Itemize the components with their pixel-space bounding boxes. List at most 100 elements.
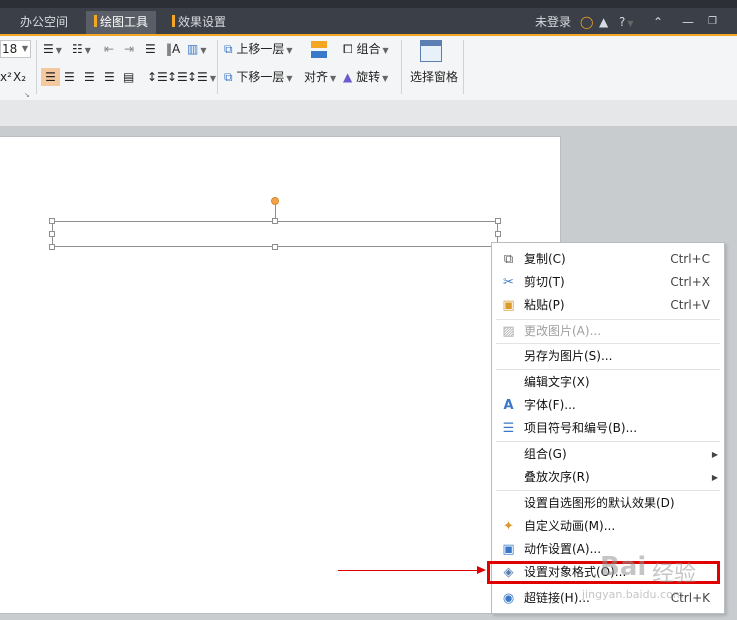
copy-icon: ⧉ (503, 252, 514, 267)
minimize-icon[interactable]: — (682, 14, 694, 30)
ribbon-shadow-strip (0, 100, 737, 126)
menu-separator (496, 343, 720, 344)
align-left-icon[interactable]: ☰ (41, 68, 60, 86)
animation-icon: ✦ (503, 519, 514, 534)
submenu-arrow-icon: ▶ (711, 473, 718, 482)
menu-item-default-effect[interactable]: 设置自选图形的默认效果(D) (492, 492, 724, 515)
distributed-icon[interactable]: ▤ (123, 68, 134, 86)
menu-item-bullets[interactable]: ☰ 项目符号和编号(B)... (492, 417, 724, 440)
menu-item-label: 叠放次序(R) (524, 470, 590, 484)
font-size-input[interactable]: 18 ▼ (0, 40, 31, 58)
menu-item-shortcut: Ctrl+C (670, 252, 710, 266)
menu-item-label: 自定义动画(M)... (524, 519, 616, 533)
menu-item-label: 编辑文字(X) (524, 375, 590, 389)
skin-icon[interactable]: ◯ (580, 14, 593, 30)
menu-item-shortcut: Ctrl+V (670, 298, 710, 312)
menu-item-label: 动作设置(A)... (524, 542, 602, 556)
resize-handle[interactable] (49, 244, 55, 250)
align-label: 对齐 (304, 70, 329, 84)
title-bar: 办公空间 绘图工具 效果设置 未登录 ◯ ▲ ? ▼ ⌃ — ❐ (0, 0, 737, 36)
menu-item-save-as-picture[interactable]: 另存为图片(S)... (492, 345, 724, 368)
justify-icon[interactable]: ☰ (104, 68, 115, 86)
group-icon: ⧠ (343, 42, 353, 56)
send-backward-label: 下移一层 (236, 70, 285, 84)
annotation-arrow-line (338, 570, 480, 571)
group-button[interactable]: ⧠ 组合 ▼ (343, 40, 389, 58)
menu-item-edit-text[interactable]: 编辑文字(X) (492, 371, 724, 394)
align-center-icon[interactable]: ☰ (64, 68, 75, 86)
hyperlink-icon: ◉ (502, 591, 515, 606)
slide-canvas[interactable] (0, 136, 561, 614)
selection-pane-icon[interactable] (420, 40, 442, 62)
menu-item-group[interactable]: 组合(G) ▶ (492, 443, 724, 466)
send-backward-icon: ⧉ (224, 70, 233, 84)
help-button[interactable]: ? ▼ (619, 14, 634, 32)
subscript-button[interactable]: X₂ (13, 68, 26, 86)
increase-indent-icon[interactable]: ⇥ (124, 40, 134, 58)
align-objects-icon[interactable] (309, 39, 329, 61)
menu-item-shortcut: Ctrl+X (670, 275, 710, 289)
rotate-button[interactable]: ▲ 旋转 ▼ (343, 68, 388, 86)
column-icon[interactable]: ‖A (166, 40, 180, 58)
tab-effect-settings[interactable]: 效果设置 (164, 11, 234, 34)
resize-handle[interactable] (49, 231, 55, 237)
chevron-down-icon: ▼ (21, 44, 28, 53)
ribbon-separator (463, 40, 464, 94)
line-spacing-icon[interactable]: ↕☰ (147, 68, 168, 86)
watermark-logo: Bai (600, 552, 647, 582)
menu-item-label: 粘贴(P) (524, 298, 565, 312)
menu-separator (496, 369, 720, 370)
tab-label: 办公空间 (20, 15, 69, 29)
menu-item-font[interactable]: A 字体(F)... (492, 394, 724, 417)
selection-pane-button[interactable]: 选择窗格 (410, 68, 458, 86)
resize-handle[interactable] (495, 231, 501, 237)
collapse-ribbon-icon[interactable]: ⌃ (653, 14, 663, 30)
menu-item-label: 项目符号和编号(B)... (524, 421, 638, 435)
superscript-button[interactable]: x² (0, 68, 12, 86)
chevron-down-icon: ▼ (627, 19, 634, 28)
align-button[interactable]: 对齐 ▼ (304, 68, 336, 86)
paragraph-spacing-icon[interactable]: ↕☰ (167, 68, 188, 86)
ribbon-separator (401, 40, 402, 94)
bullet-list-icon[interactable]: ☰ ▼ (43, 40, 62, 58)
ribbon: 18 ▼ x² X₂ ↘ ☰ ▼ ☷ ▼ ⇤ ⇥ ☰ ‖A ▥ ▼ ☰ ☰ ☰ ☰ ▤ … (0, 36, 737, 101)
resize-handle[interactable] (272, 244, 278, 250)
bring-forward-button[interactable]: ⧉ 上移一层 ▼ (224, 40, 293, 58)
decrease-indent-icon[interactable]: ⇤ (104, 40, 114, 58)
rotation-handle[interactable] (271, 197, 279, 205)
tab-marker (94, 15, 97, 27)
menu-item-paste[interactable]: ▣ 粘贴(P) Ctrl+V (492, 294, 724, 317)
align-right-icon[interactable]: ☰ (84, 68, 95, 86)
resize-handle[interactable] (49, 218, 55, 224)
tab-office-space[interactable]: 办公空间 (12, 11, 76, 34)
font-size-value: 18 (2, 42, 18, 56)
menu-item-cut[interactable]: ✂ 剪切(T) Ctrl+X (492, 271, 724, 294)
menu-item-label: 超链接(H)... (524, 591, 590, 605)
resize-handle[interactable] (495, 218, 501, 224)
paste-icon: ▣ (502, 298, 515, 313)
numbered-list-icon[interactable]: ☷ ▼ (72, 40, 91, 58)
submenu-arrow-icon: ▶ (711, 450, 718, 459)
send-backward-button[interactable]: ⧉ 下移一层 ▼ (224, 68, 293, 86)
tab-label: 效果设置 (178, 15, 227, 29)
text-direction-icon[interactable]: ☰ (145, 40, 156, 58)
menu-item-copy[interactable]: ⧉ 复制(C) Ctrl+C (492, 248, 724, 271)
rotation-stem (275, 203, 276, 218)
menu-item-label: 复制(C) (524, 252, 566, 266)
vertical-text-icon[interactable]: ▥ ▼ (187, 40, 207, 58)
restore-window-icon[interactable]: ❐ (708, 14, 717, 30)
tab-marker (172, 15, 175, 27)
tab-drawing-tools[interactable]: 绘图工具 (86, 11, 157, 34)
menu-item-change-picture: ▨ 更改图片(A)... (492, 320, 724, 343)
menu-item-label: 组合(G) (524, 447, 567, 461)
resize-handle[interactable] (272, 218, 278, 224)
paragraph-options-icon[interactable]: ↕☰ ▼ (187, 68, 216, 86)
menu-item-label: 更改图片(A)... (524, 324, 602, 338)
watermark-text: 经验 (652, 562, 697, 587)
menu-item-order[interactable]: 叠放次序(R) ▶ (492, 466, 724, 489)
menu-item-custom-animation[interactable]: ✦ 自定义动画(M)... (492, 515, 724, 538)
login-status[interactable]: 未登录 (535, 14, 571, 30)
bullets-icon: ☰ (502, 421, 515, 436)
font-icon: A (503, 398, 514, 413)
shirt-icon[interactable]: ▲ (599, 14, 608, 30)
